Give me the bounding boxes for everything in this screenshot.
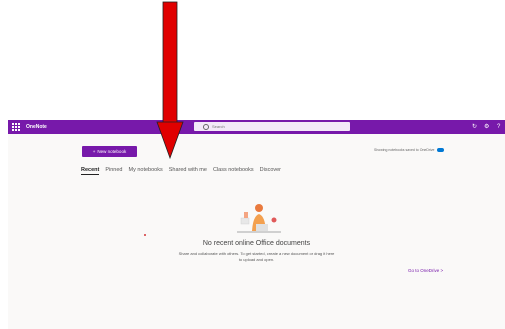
sync-icon[interactable]: ↻ bbox=[472, 122, 477, 132]
tab-recent[interactable]: Recent bbox=[81, 167, 100, 175]
tab-discover[interactable]: Discover bbox=[260, 167, 281, 175]
empty-state-description: Share and collaborate with others. To ge… bbox=[178, 251, 335, 256]
notebook-tabs: Recent Pinned My notebooks Shared with m… bbox=[81, 167, 281, 175]
new-notebook-label: New notebook bbox=[97, 149, 127, 154]
main-content: + New notebook Showing notebooks saved t… bbox=[8, 134, 505, 329]
tab-class-notebooks[interactable]: Class notebooks bbox=[213, 167, 254, 175]
help-icon[interactable]: ? bbox=[497, 122, 500, 132]
search-icon bbox=[203, 123, 209, 130]
red-down-arrow-icon bbox=[156, 1, 184, 160]
empty-state-subtitle: Share and collaborate with others. To ge… bbox=[8, 251, 505, 263]
onedrive-note: Showing notebooks saved to OneDrive bbox=[374, 148, 435, 152]
app-launcher-icon[interactable] bbox=[11, 122, 21, 132]
upload-link[interactable]: to upload and open. bbox=[8, 257, 505, 263]
red-dot-marker bbox=[144, 234, 146, 236]
tab-pinned[interactable]: Pinned bbox=[105, 167, 122, 175]
plus-icon: + bbox=[92, 149, 96, 154]
app-name[interactable]: OneNote bbox=[26, 124, 47, 130]
onedrive-info: Showing notebooks saved to OneDrive bbox=[374, 148, 444, 152]
go-to-onedrive-link[interactable]: Go to OneDrive > bbox=[408, 268, 443, 273]
new-notebook-button[interactable]: + New notebook bbox=[82, 146, 137, 157]
empty-state-title: No recent online Office documents bbox=[202, 240, 311, 247]
search-input[interactable] bbox=[212, 122, 332, 131]
cloud-icon bbox=[436, 148, 444, 152]
tab-my-notebooks[interactable]: My notebooks bbox=[128, 167, 162, 175]
empty-state-illustration bbox=[237, 204, 281, 233]
settings-icon[interactable]: ⚙ bbox=[484, 122, 489, 132]
search-box[interactable] bbox=[194, 122, 350, 131]
tab-shared-with-me[interactable]: Shared with me bbox=[169, 167, 207, 175]
app-header: OneNote ↻ ⚙ ? bbox=[8, 120, 505, 134]
